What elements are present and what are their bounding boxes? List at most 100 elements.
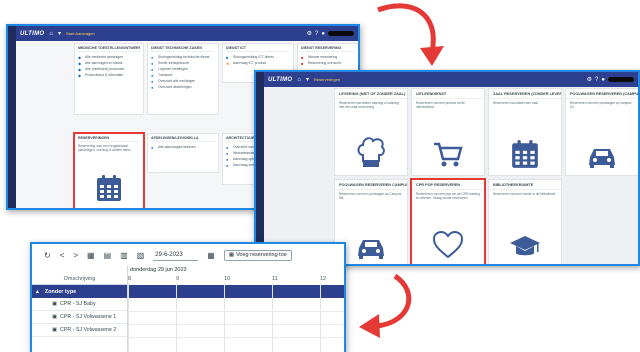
card-cpr-pop[interactable]: CPR POP reserveren Reserveren van een po… bbox=[410, 178, 486, 264]
home-icon[interactable]: ⌂ bbox=[297, 77, 301, 83]
bell-icon[interactable]: ● bbox=[601, 77, 605, 83]
resource-icon: ▣ bbox=[52, 301, 58, 307]
bell-icon[interactable]: ● bbox=[321, 31, 325, 37]
panel-medische-toestellen: Medische toestellen/Ontwerpen ◆ Alle medi… bbox=[74, 43, 144, 115]
card-title: Uitleendienst bbox=[412, 89, 484, 99]
panel-reserveringen[interactable]: Reserveringen Reservering voor een verga… bbox=[73, 132, 145, 208]
hour-label: 10 bbox=[224, 276, 231, 282]
calendar-icon: ■ bbox=[301, 54, 304, 60]
app-window-reserveringen: ULTIMO ⌂ ▾ Reserveringen ⚙ ? ● Levering … bbox=[254, 70, 640, 266]
top-bar: ULTIMO ⌂ ▾ Reserveringen ⚙ ? ● bbox=[264, 72, 638, 87]
resource-row[interactable]: ▣ CPR - SJ Volwassene 1 bbox=[32, 311, 127, 324]
timeline-area[interactable]: donderdag 29 jun 2023 8 9 10 11 12 bbox=[128, 266, 344, 352]
card-title: Poolwagen reserveren (campus SJ) bbox=[566, 89, 638, 99]
date-input[interactable]: 29-6-2023 bbox=[153, 250, 199, 261]
check-icon: ● bbox=[151, 84, 154, 90]
panel-link[interactable]: ■ Reservering overzicht bbox=[301, 60, 355, 66]
resource-row[interactable]: ▣ CPR - SJ Baby bbox=[32, 298, 127, 311]
card-zaal[interactable]: Zaal reserveren (zonder levering) Reserv… bbox=[488, 88, 562, 176]
calendar-picker-icon[interactable]: ▦ bbox=[207, 251, 215, 260]
planning-toolbar: ↻ < > ▦ ▤ ▥ ▧ 29-6-2023 ▦ ▦ Voeg reserver… bbox=[32, 244, 344, 266]
list-icon: ● bbox=[226, 150, 229, 156]
timeline-icon[interactable]: ▧ bbox=[137, 251, 145, 260]
refresh-icon[interactable]: ↻ bbox=[44, 251, 51, 260]
link-icon: ◆ bbox=[78, 54, 82, 60]
breadcrumb[interactable]: Start Aanvragen bbox=[66, 31, 95, 36]
link-icon: ◆ bbox=[78, 72, 82, 78]
reservation-cards: Levering (niet of zonder zaal) Reservere… bbox=[264, 87, 638, 264]
panel-description: Reservering voor een vergaderzaal, pande… bbox=[78, 144, 131, 153]
graduation-cap-icon bbox=[489, 234, 561, 260]
link-icon: ◆ bbox=[78, 66, 82, 72]
panel-title: Reserveringen bbox=[78, 136, 140, 142]
add-reservation-button[interactable]: ▦ Voeg reservering toe bbox=[223, 249, 292, 261]
collapse-icon[interactable]: ▴ bbox=[36, 289, 39, 295]
resource-row[interactable]: ▣ CPR - SJ Volwassene 2 bbox=[32, 324, 127, 337]
card-description: Reserveren van een pop om de CPR-trainin… bbox=[416, 192, 480, 200]
calendar-week-icon[interactable]: ▤ bbox=[104, 251, 112, 260]
monitor-icon: ■ bbox=[226, 54, 229, 60]
user-menu[interactable] bbox=[608, 77, 634, 82]
planning-window: ↻ < > ▦ ▤ ▥ ▧ 29-6-2023 ▦ ▦ Voeg reserver… bbox=[30, 242, 346, 352]
card-description: Reserveren van een ruimte in de biblioth… bbox=[493, 192, 556, 196]
topbar-actions: ⚙ ? ● bbox=[587, 77, 634, 83]
wrench-icon: ● bbox=[151, 54, 154, 60]
topbar-actions: ⚙ ? ● bbox=[307, 31, 354, 37]
sidebar[interactable] bbox=[8, 26, 16, 208]
grid-line bbox=[224, 284, 225, 352]
grid-line bbox=[128, 337, 344, 338]
chevron-down-icon[interactable]: ▾ bbox=[58, 31, 61, 37]
card-bibliotheek[interactable]: Bibliotheekruimte Reserveren van een rui… bbox=[488, 179, 562, 264]
grid-line bbox=[128, 284, 129, 352]
panel-title: Medische toestellen/Ontwerpen bbox=[78, 46, 140, 52]
settings-icon[interactable]: ⚙ bbox=[587, 77, 592, 83]
list-icon: ● bbox=[226, 144, 229, 150]
document-icon: ● bbox=[151, 144, 154, 150]
hour-label: 8 bbox=[128, 276, 132, 282]
user-menu[interactable] bbox=[328, 31, 354, 36]
resource-column: Omschrijving ▴ Zonder type ▣ CPR - SJ Baby… bbox=[32, 266, 128, 352]
panel-link[interactable]: ★ Aanvraag ICT product bbox=[226, 60, 290, 66]
panel-link[interactable]: ● Overzicht afwerkingen bbox=[151, 84, 215, 90]
hour-label: 11 bbox=[272, 276, 278, 282]
chevron-right-icon[interactable]: > bbox=[73, 251, 78, 260]
car-icon bbox=[566, 145, 638, 169]
card-title: Poolwagen reserveren campus MK bbox=[335, 180, 407, 190]
calendar-month-icon[interactable]: ▥ bbox=[120, 251, 128, 260]
home-icon[interactable]: ⌂ bbox=[49, 31, 53, 37]
column-header[interactable]: Omschrijving bbox=[32, 266, 127, 285]
panel-link[interactable]: ● Alle aanvraagformulieren bbox=[151, 144, 215, 150]
card-levering[interactable]: Levering (niet of zonder zaal) Reservere… bbox=[334, 88, 408, 176]
grid-line bbox=[320, 284, 321, 352]
star-icon: ★ bbox=[226, 60, 230, 66]
card-uitleendienst[interactable]: Uitleendienst Reserveren van een product… bbox=[411, 88, 485, 176]
grid-line bbox=[128, 311, 344, 312]
chevron-left-icon[interactable]: < bbox=[60, 251, 65, 260]
card-poolwagen-sj[interactable]: Poolwagen reserveren (campus SJ) Reserve… bbox=[565, 88, 638, 176]
chef-hat-icon bbox=[335, 135, 407, 169]
list-icon: ● bbox=[151, 66, 154, 72]
hour-label: 9 bbox=[176, 276, 180, 282]
calendar-day-icon[interactable]: ▦ bbox=[87, 251, 95, 260]
help-icon[interactable]: ? bbox=[315, 31, 318, 37]
shopping-cart-icon bbox=[412, 141, 484, 169]
panel-link[interactable]: ◆ Productfotos & informatie bbox=[78, 72, 140, 78]
help-icon[interactable]: ? bbox=[595, 77, 598, 83]
arrow-icon bbox=[377, 3, 444, 66]
settings-icon[interactable]: ⚙ bbox=[307, 31, 312, 37]
card-description: Reserveren van alleen een zaal bbox=[493, 101, 538, 105]
app-logo[interactable]: ULTIMO bbox=[268, 77, 292, 83]
sidebar[interactable] bbox=[256, 72, 264, 264]
card-description: Reserveren van een product uit de uitlee… bbox=[416, 101, 465, 109]
hour-label: 12 bbox=[320, 276, 327, 282]
calendar-icon bbox=[489, 139, 561, 169]
group-row[interactable]: ▴ Zonder type bbox=[32, 285, 127, 298]
list-icon: ● bbox=[226, 162, 229, 168]
app-logo[interactable]: ULTIMO bbox=[20, 31, 44, 37]
planning-grid: Omschrijving ▴ Zonder type ▣ CPR - SJ Baby… bbox=[32, 266, 344, 352]
arrow-icon bbox=[359, 273, 412, 338]
link-icon: ◆ bbox=[78, 60, 82, 66]
chevron-down-icon[interactable]: ▾ bbox=[306, 77, 309, 83]
resource-icon: ▣ bbox=[52, 314, 58, 320]
breadcrumb[interactable]: Reserveringen bbox=[314, 77, 340, 82]
